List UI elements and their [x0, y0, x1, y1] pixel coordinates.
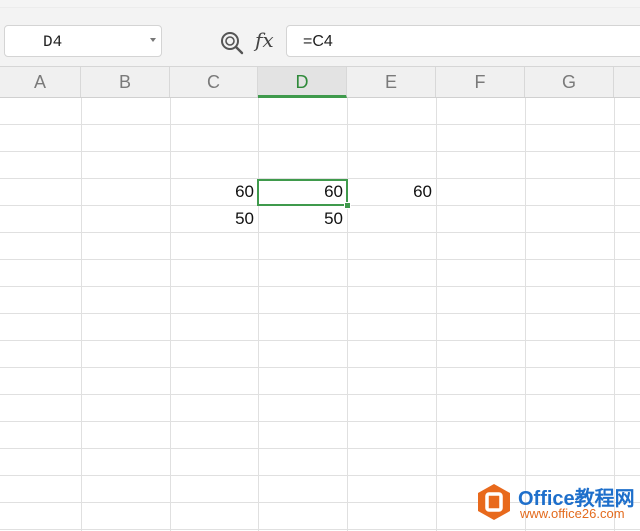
cell-c5[interactable]: 50: [170, 206, 258, 232]
column-divider: [258, 98, 259, 531]
selected-cell-border: [257, 179, 348, 206]
column-divider: [170, 98, 171, 531]
column-header-c[interactable]: C: [170, 67, 258, 97]
column-header-g[interactable]: G: [525, 67, 614, 97]
cell-grid[interactable]: [0, 98, 640, 531]
ribbon-segment: [150, 0, 491, 7]
column-divider: [525, 98, 526, 531]
column-header-b[interactable]: B: [81, 67, 170, 97]
column-divider: [614, 98, 615, 531]
formula-text: =C4: [303, 33, 333, 50]
fill-handle[interactable]: [344, 202, 351, 209]
office-logo-icon: [478, 484, 510, 520]
column-divider: [347, 98, 348, 531]
zoom-icon[interactable]: [219, 30, 245, 56]
cell-e4[interactable]: 60: [347, 179, 436, 205]
name-box-value: D4: [43, 33, 63, 51]
formula-input[interactable]: =C4: [286, 25, 640, 57]
column-header-partial[interactable]: [614, 67, 640, 97]
chevron-down-icon[interactable]: [150, 38, 156, 42]
ribbon-segment: [490, 0, 640, 7]
watermark: Office教程网 www.office26.com: [474, 478, 640, 526]
column-header-d[interactable]: D: [258, 67, 347, 98]
column-headers: A B C D E F G: [0, 67, 640, 98]
cell-d5[interactable]: 50: [258, 206, 347, 232]
formula-toolbar: D4 fx =C4: [0, 8, 640, 67]
column-header-a[interactable]: A: [0, 67, 81, 97]
ribbon-segment: [0, 0, 151, 7]
ribbon-remnant: [0, 0, 640, 8]
name-box[interactable]: D4: [4, 25, 162, 57]
watermark-url: www.office26.com: [520, 506, 625, 521]
column-divider: [436, 98, 437, 531]
column-header-e[interactable]: E: [347, 67, 436, 97]
cell-c4[interactable]: 60: [170, 179, 258, 205]
column-header-f[interactable]: F: [436, 67, 525, 97]
function-icon[interactable]: fx: [255, 28, 274, 52]
column-divider: [81, 98, 82, 531]
